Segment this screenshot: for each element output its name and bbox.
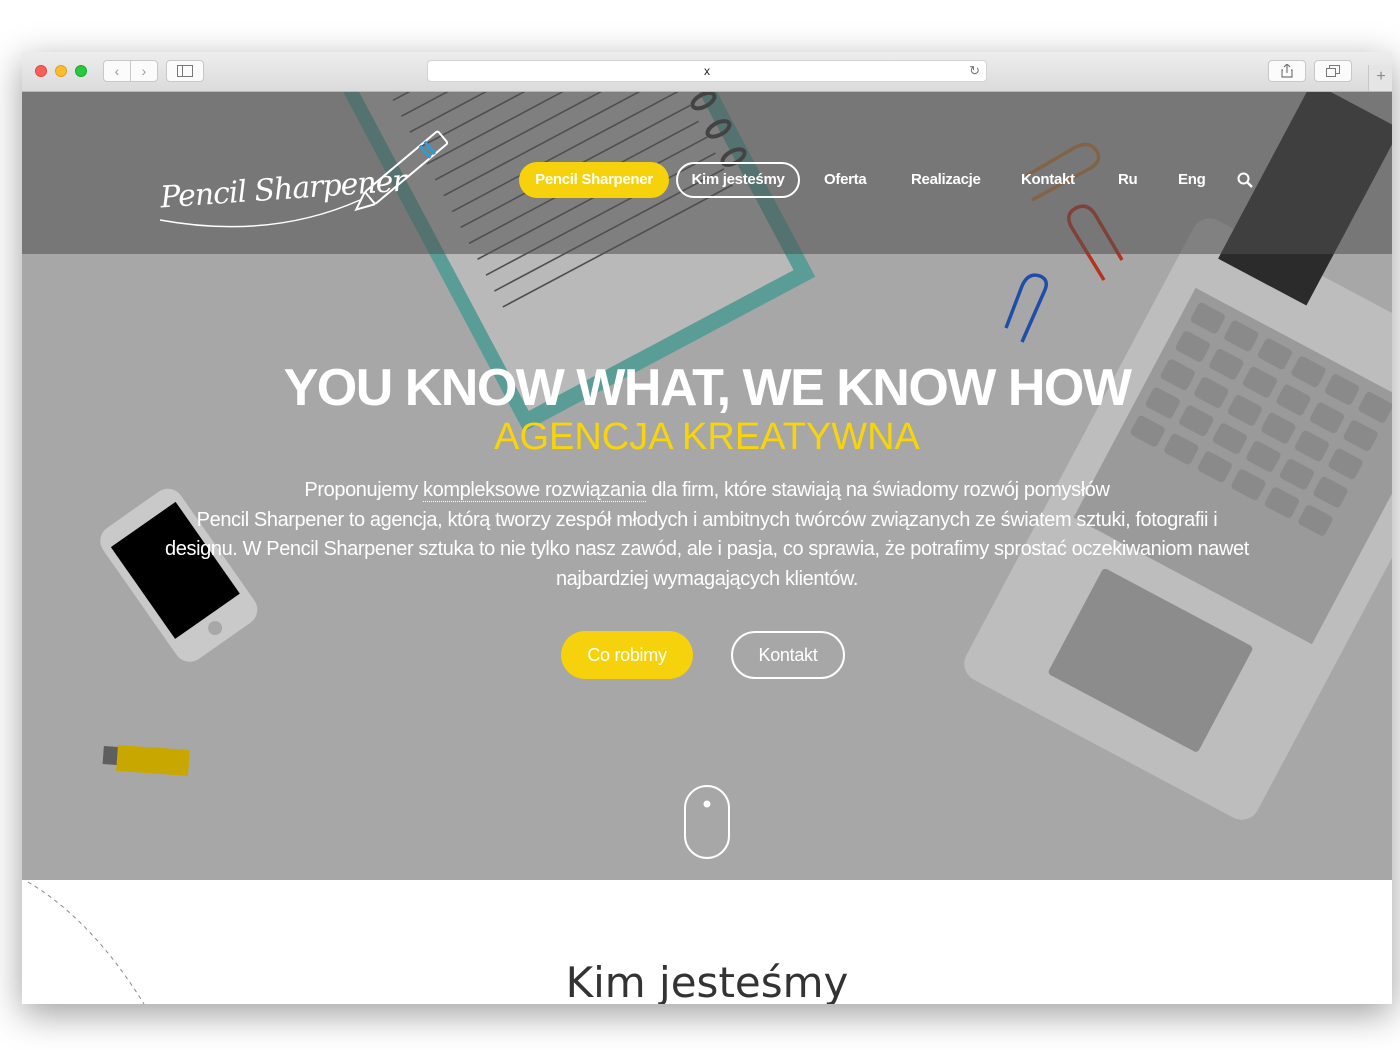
back-button[interactable]: ‹ <box>103 60 131 82</box>
tab-overview-button[interactable] <box>1314 60 1352 82</box>
paperclip-blue-illustration <box>1004 273 1048 343</box>
url-text: x <box>704 64 710 78</box>
share-button[interactable] <box>1268 60 1306 82</box>
hero-description-tail: dla firm, które stawiają na świadomy roz… <box>646 479 1110 501</box>
scroll-down-icon[interactable] <box>683 784 731 860</box>
close-window-button[interactable] <box>35 65 47 77</box>
site-logo[interactable]: Pencil Sharpener <box>150 128 460 238</box>
nav-lang-eng[interactable]: Eng <box>1178 162 1206 198</box>
browser-window: ‹ › x ↻ + Pencil Sharpener Pencil Sharpe… <box>22 52 1392 1004</box>
zoom-window-button[interactable] <box>75 65 87 77</box>
forward-button[interactable]: › <box>130 60 158 82</box>
kontakt-button[interactable]: Kontakt <box>731 631 845 679</box>
share-icon <box>1281 63 1293 78</box>
hero-subheadline: AGENCJA KREATYWNA <box>494 416 920 458</box>
usb-stick-illustration <box>102 744 190 776</box>
hero-section: Pencil Sharpener Pencil Sharpener Kim je… <box>22 92 1392 880</box>
about-section: Kim jesteśmy <box>22 880 1392 1004</box>
nav-oferta[interactable]: Oferta <box>824 162 867 198</box>
sidebar-toggle-button[interactable] <box>166 60 204 82</box>
address-bar[interactable]: x ↻ <box>427 60 987 82</box>
reload-icon[interactable]: ↻ <box>969 61 980 81</box>
co-robimy-button[interactable]: Co robimy <box>561 631 693 679</box>
section-title: Kim jesteśmy <box>565 958 849 1004</box>
hero-description: Proponujemy kompleksowe rozwiązania dla … <box>162 476 1252 594</box>
sidebar-icon <box>177 65 193 77</box>
search-icon[interactable] <box>1237 172 1253 188</box>
new-tab-button[interactable]: + <box>1368 65 1392 91</box>
nav-kontakt[interactable]: Kontakt <box>1021 162 1075 198</box>
solutions-link[interactable]: kompleksowe rozwiązania <box>423 479 647 502</box>
hero-description-body: Pencil Sharpener to agencja, którą tworz… <box>165 508 1249 590</box>
nav-realizacje[interactable]: Realizacje <box>911 162 981 198</box>
page-viewport: Pencil Sharpener Pencil Sharpener Kim je… <box>22 92 1392 1004</box>
nav-lang-ru[interactable]: Ru <box>1118 162 1138 198</box>
minimize-window-button[interactable] <box>55 65 67 77</box>
hero-description-lead: Proponujemy <box>304 479 424 501</box>
tabs-icon <box>1326 65 1340 77</box>
nav-pencil-sharpener[interactable]: Pencil Sharpener <box>519 162 669 198</box>
browser-toolbar: ‹ › x ↻ + <box>22 52 1392 92</box>
nav-kim-jestesmy[interactable]: Kim jesteśmy <box>676 162 800 198</box>
hero-headline: YOU KNOW WHAT, WE KNOW HOW <box>283 359 1132 417</box>
